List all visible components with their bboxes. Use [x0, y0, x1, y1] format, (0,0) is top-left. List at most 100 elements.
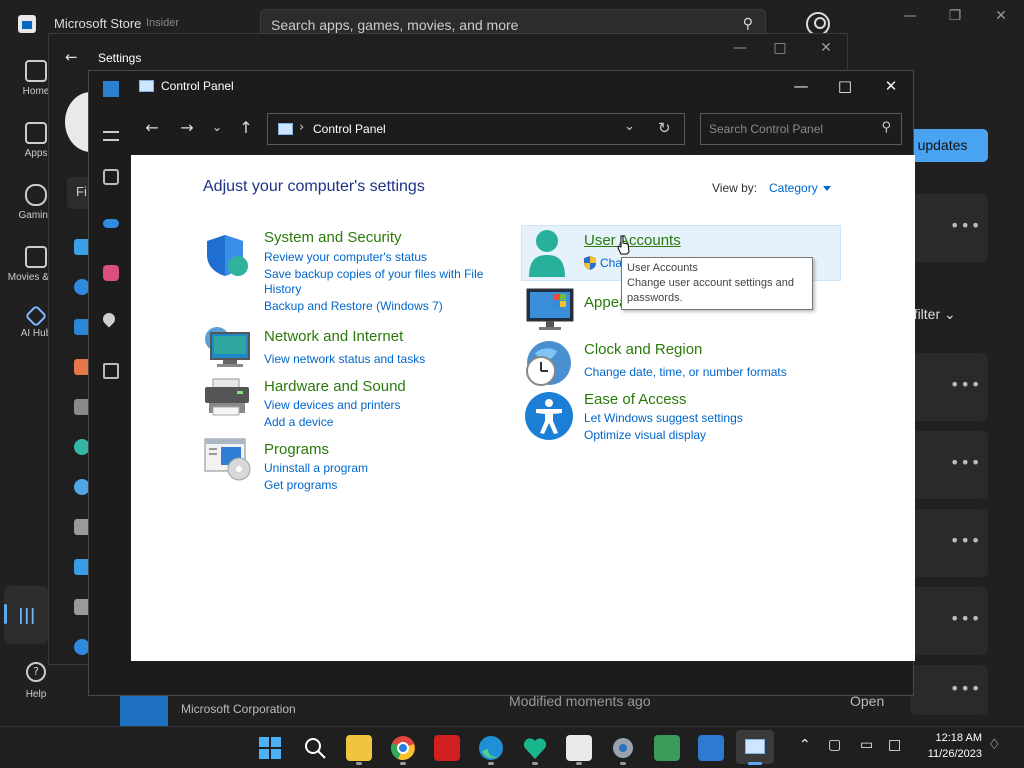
link-review-status[interactable]: Review your computer's status: [264, 250, 427, 265]
cp-search-input[interactable]: [701, 114, 871, 144]
more-icon[interactable]: •••: [950, 679, 981, 698]
link-change-account-type[interactable]: Cha: [600, 256, 622, 271]
link-change-date-time[interactable]: Change date, time, or number formats: [584, 365, 787, 380]
maximize-icon[interactable]: □: [765, 40, 795, 56]
network-icon[interactable]: [203, 325, 253, 369]
category-user-accounts[interactable]: User Accounts: [584, 232, 681, 249]
view-by-label: View by:: [712, 181, 758, 195]
more-icon[interactable]: •••: [950, 453, 981, 472]
breadcrumb-chevron-icon[interactable]: ›: [299, 120, 304, 135]
up-arrow-icon[interactable]: ↑: [235, 118, 257, 137]
network-status-icon[interactable]: ▢: [828, 737, 841, 753]
link-get-programs[interactable]: Get programs: [264, 478, 337, 493]
cp-search-box: ⚲: [700, 113, 902, 145]
restore-icon[interactable]: ❐: [940, 8, 970, 24]
minimize-icon[interactable]: —: [725, 40, 755, 56]
category-programs[interactable]: Programs: [264, 441, 329, 458]
link-add-device[interactable]: Add a device: [264, 415, 333, 430]
start-icon[interactable]: [257, 735, 283, 761]
nav-item-library[interactable]: |||: [4, 586, 48, 644]
sheets-app-icon[interactable]: [654, 735, 680, 761]
chrome-icon[interactable]: [390, 735, 416, 761]
active-indicator: [748, 762, 762, 765]
close-icon[interactable]: ✕: [811, 40, 841, 56]
minimize-icon[interactable]: —: [895, 8, 925, 24]
notification-bell-icon[interactable]: ♢: [988, 737, 1001, 753]
more-icon[interactable]: •••: [950, 216, 981, 235]
photos-app-icon[interactable]: [698, 735, 724, 761]
link-uninstall-program[interactable]: Uninstall a program: [264, 461, 368, 476]
close-icon[interactable]: ✕: [986, 8, 1016, 24]
link-file-history[interactable]: History: [264, 282, 301, 297]
tooltip: User Accounts Change user account settin…: [621, 257, 813, 310]
list-item[interactable]: •••: [910, 509, 988, 577]
favorites-icon[interactable]: [100, 310, 118, 328]
display-icon[interactable]: ▭: [860, 737, 873, 753]
file-explorer-icon[interactable]: [346, 735, 372, 761]
link-suggest-settings[interactable]: Let Windows suggest settings: [584, 411, 743, 426]
list-item[interactable]: •••: [910, 194, 988, 262]
printer-icon[interactable]: [203, 377, 253, 417]
gallery-icon[interactable]: [103, 169, 119, 185]
clock-region-icon[interactable]: [523, 339, 573, 389]
minimize-icon[interactable]: —: [787, 77, 815, 95]
list-item[interactable]: •••: [910, 431, 988, 499]
volume-muted-icon[interactable]: □: [888, 737, 901, 753]
link-devices-printers[interactable]: View devices and printers: [264, 398, 401, 413]
user-accounts-icon[interactable]: [525, 229, 571, 279]
control-panel-taskbar-icon[interactable]: [736, 730, 774, 764]
search-icon[interactable]: [302, 735, 328, 761]
clock[interactable]: 12:18 AM 11/26/2023: [918, 730, 982, 762]
category-ease-of-access[interactable]: Ease of Access: [584, 391, 687, 408]
edge-icon[interactable]: [478, 735, 504, 761]
link-save-backup[interactable]: Save backup copies of your files with Fi…: [264, 267, 483, 282]
list-item[interactable]: •••: [910, 353, 988, 421]
address-bar[interactable]: › Control Panel ⌄ ↻: [267, 113, 685, 145]
running-indicator: [356, 762, 362, 765]
recent-locations-icon[interactable]: ⌄: [206, 120, 228, 134]
store-icon[interactable]: [566, 735, 592, 761]
category-system-security[interactable]: System and Security: [264, 229, 402, 246]
search-icon[interactable]: ⚲: [881, 120, 891, 135]
link-optimize-display[interactable]: Optimize visual display: [584, 428, 706, 443]
appearance-icon[interactable]: [525, 287, 575, 331]
list-item[interactable]: •••: [910, 665, 988, 715]
help-icon[interactable]: ?: [26, 662, 46, 682]
acrobat-icon[interactable]: [434, 735, 460, 761]
list-item[interactable]: •••: [910, 587, 988, 655]
back-arrow-icon[interactable]: ←: [141, 118, 163, 137]
programs-icon[interactable]: [203, 435, 255, 481]
forward-arrow-icon[interactable]: →: [176, 118, 198, 137]
gaming-icon: [25, 184, 47, 206]
more-icon[interactable]: •••: [950, 375, 981, 394]
more-icon[interactable]: •••: [950, 609, 981, 628]
health-app-icon[interactable]: [522, 735, 548, 761]
refresh-icon[interactable]: ↻: [658, 119, 671, 137]
folder-icon[interactable]: [103, 363, 119, 379]
breadcrumb[interactable]: Control Panel: [313, 122, 386, 136]
app-publisher: Microsoft Corporation: [181, 702, 296, 716]
chevron-up-icon[interactable]: ⌃: [799, 737, 811, 753]
running-indicator: [488, 762, 494, 765]
close-icon[interactable]: ✕: [877, 77, 905, 95]
store-logo-icon: [18, 15, 36, 33]
menu-icon[interactable]: [103, 131, 119, 141]
category-network-internet[interactable]: Network and Internet: [264, 328, 403, 345]
photos-icon[interactable]: [103, 265, 119, 281]
category-hardware-sound[interactable]: Hardware and Sound: [264, 378, 406, 395]
ease-of-access-icon[interactable]: [524, 391, 574, 441]
view-by-dropdown[interactable]: Category: [769, 181, 818, 195]
onedrive-icon[interactable]: [103, 219, 119, 228]
back-arrow-icon[interactable]: ←: [65, 48, 78, 66]
search-icon[interactable]: ⚲: [743, 16, 753, 32]
shield-icon[interactable]: [205, 233, 251, 277]
category-clock-region[interactable]: Clock and Region: [584, 341, 702, 358]
chevron-down-icon[interactable]: ⌄: [624, 119, 635, 134]
link-network-status[interactable]: View network status and tasks: [264, 352, 425, 367]
more-icon[interactable]: •••: [950, 531, 981, 550]
settings-gear-icon[interactable]: [610, 735, 636, 761]
link-backup-restore[interactable]: Backup and Restore (Windows 7): [264, 299, 443, 314]
uac-shield-icon: [584, 256, 596, 270]
maximize-icon[interactable]: □: [831, 77, 859, 95]
caret-down-icon[interactable]: [823, 186, 831, 191]
